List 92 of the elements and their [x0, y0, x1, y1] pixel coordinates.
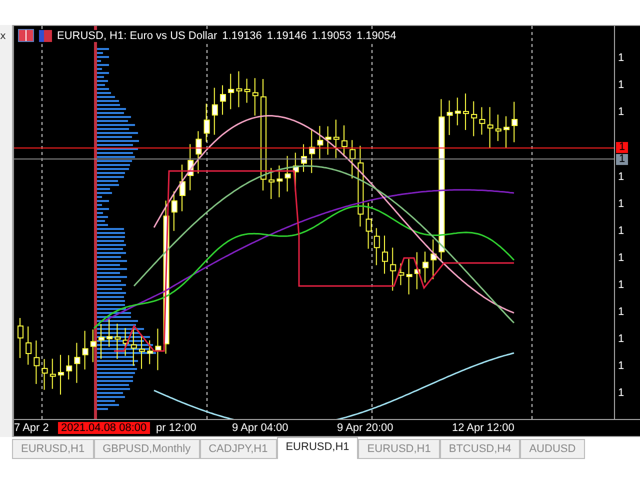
candlestick	[325, 126, 332, 156]
candlestick	[430, 238, 437, 280]
candlestick	[446, 100, 453, 136]
candlestick	[382, 235, 388, 274]
candlestick	[463, 93, 469, 131]
candlestick	[268, 167, 275, 200]
bid-price-label: 1	[616, 154, 628, 165]
quote-value: 1.19053	[312, 30, 352, 42]
price-axis-label: 1	[617, 198, 624, 210]
candlestick	[479, 106, 486, 136]
candlestick	[284, 155, 291, 192]
price-axis-label: 1	[617, 387, 624, 399]
price-axis-label: 1	[617, 360, 624, 372]
candlestick	[122, 328, 129, 356]
chart-tab[interactable]: AUDUSD	[520, 439, 585, 459]
candlestick	[130, 326, 137, 366]
candlestick	[471, 100, 478, 137]
candlestick	[422, 251, 428, 283]
save-icon[interactable]	[39, 30, 52, 42]
chart-tab[interactable]: GBPUSD,Monthly	[94, 439, 200, 459]
candlestick	[147, 340, 154, 365]
price-axis-label: 1	[617, 279, 624, 291]
candlestick	[301, 144, 307, 172]
quote-value: 1.19146	[266, 30, 307, 42]
candlestick	[98, 324, 104, 360]
time-axis-label: 9 Apr 20:00	[337, 422, 394, 434]
price-axis-label: 1	[617, 252, 624, 264]
candlestick	[454, 97, 461, 126]
time-axis-label: 7 Apr 2	[14, 422, 49, 434]
chart-tab[interactable]: BTCUSD,H4	[440, 439, 520, 459]
price-axis-label: 1	[617, 79, 624, 91]
candlestick	[18, 318, 24, 358]
candlestick	[228, 73, 234, 110]
candlestick	[42, 358, 48, 390]
candlestick	[406, 258, 412, 295]
symbol-title: EURUSD, H1: Euro vs US Dollar	[57, 30, 218, 42]
candlestick	[50, 358, 56, 390]
candlestick	[512, 101, 518, 143]
candlestick	[204, 103, 210, 142]
price-axis-label: 1	[617, 225, 624, 237]
candlestick	[414, 252, 420, 290]
candlestick	[171, 190, 178, 232]
chart-tab[interactable]: EURUSD,H1	[12, 439, 94, 459]
candlestick	[390, 247, 396, 292]
time-axis-label: pr 12:00	[156, 422, 196, 434]
candlestick	[342, 124, 348, 157]
candlestick	[155, 328, 162, 371]
quote-value: 1.19136	[222, 30, 262, 42]
candlestick	[74, 342, 80, 384]
candlestick	[180, 164, 186, 212]
time-axis-label: 12 Apr 12:00	[452, 422, 514, 434]
candlestick	[90, 329, 96, 363]
price-axis-label: 1	[617, 106, 624, 118]
candlestick	[66, 354, 72, 380]
candlestick	[374, 228, 380, 266]
candlestick	[398, 262, 404, 286]
candlestick	[188, 144, 194, 191]
ask-price-label: 1	[616, 142, 628, 153]
chart-tab[interactable]: EURUSD,H1	[358, 439, 440, 459]
candlestick	[309, 128, 316, 174]
price-axis-label: 1	[617, 171, 624, 183]
close-button[interactable]: x	[0, 31, 12, 43]
quote-value: 1.19054	[356, 30, 396, 42]
crosshair-time-label: 2021.04.08 08:00	[58, 422, 150, 434]
chart-tab[interactable]: CADJPY,H1	[200, 439, 277, 459]
candlestick	[276, 165, 283, 198]
window-grid-icon[interactable]	[18, 29, 34, 42]
candlestick	[139, 334, 145, 370]
candlestick	[252, 78, 258, 116]
price-axis-label: 1	[617, 333, 624, 345]
price-axis-label: 1	[617, 52, 624, 64]
candlestick	[244, 78, 250, 104]
candlestick	[317, 125, 324, 160]
candlestick	[196, 130, 202, 174]
candlestick	[495, 114, 502, 142]
candlestick	[220, 84, 226, 116]
candlestick	[26, 326, 32, 366]
price-axis-label: 1	[617, 306, 624, 318]
candlestick	[366, 202, 372, 250]
candlestick	[114, 323, 121, 360]
candlestick	[34, 340, 40, 384]
candlestick	[236, 70, 242, 108]
candlestick	[487, 106, 494, 149]
chart-tab[interactable]: EURUSD,H1	[276, 437, 358, 459]
candlestick	[333, 119, 340, 159]
time-axis-label: 9 Apr 04:00	[232, 422, 288, 434]
candlestick	[212, 87, 218, 136]
candlestick	[350, 140, 356, 179]
candlestick	[504, 116, 510, 148]
candlestick	[58, 354, 64, 396]
candlestick	[106, 318, 113, 348]
candlestick	[82, 330, 88, 370]
